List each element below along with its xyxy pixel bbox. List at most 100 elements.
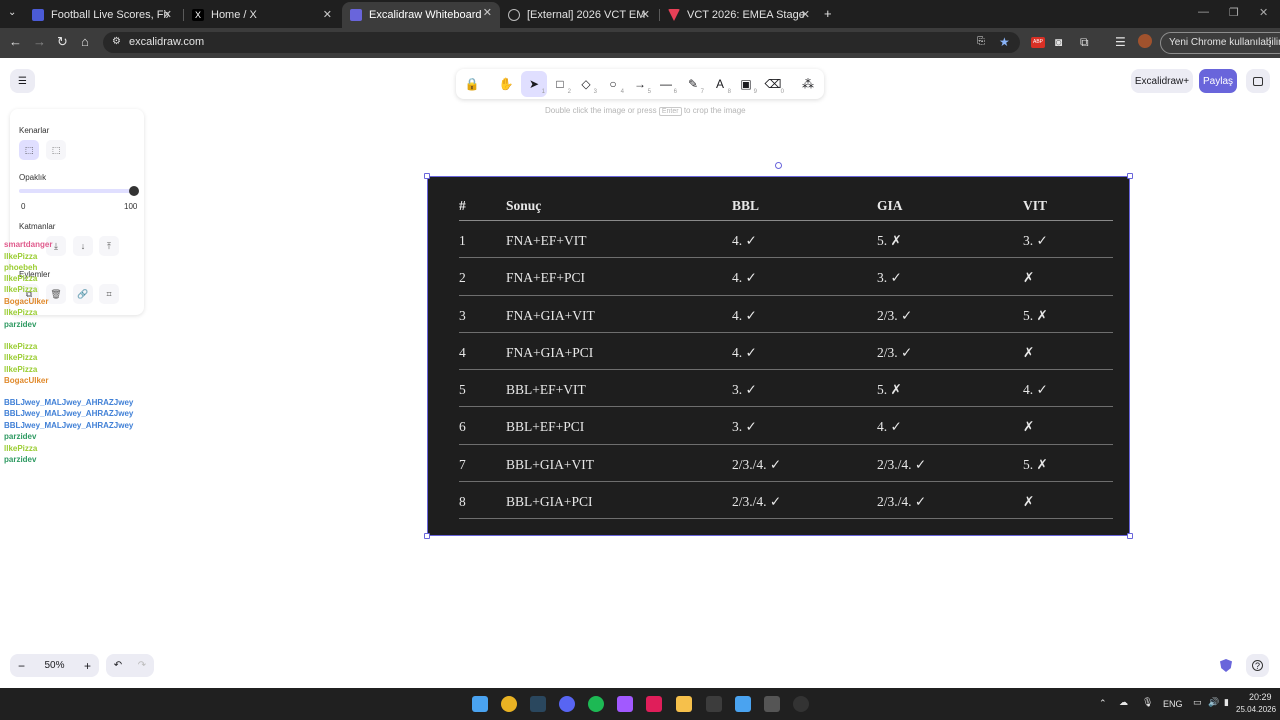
epic-icon[interactable] — [764, 696, 780, 712]
steam-icon[interactable] — [530, 696, 546, 712]
chrome-menu-icon[interactable]: ⋮ — [1264, 35, 1276, 49]
adblock-icon[interactable]: ABP — [1031, 37, 1045, 48]
draw-tool[interactable]: ✎ 7 — [680, 71, 706, 97]
help-button[interactable]: ? — [1246, 654, 1269, 677]
discord-icon[interactable] — [559, 696, 575, 712]
slack-icon[interactable] — [646, 696, 662, 712]
redo-icon[interactable]: ↷ — [138, 660, 146, 671]
new-tab-button[interactable]: + — [824, 6, 832, 21]
tab-excalidraw[interactable]: Excalidraw Whiteboard ✕ — [342, 2, 500, 28]
excalidraw-icon — [350, 9, 362, 21]
chrome-icon[interactable] — [501, 696, 517, 712]
tool-shortcut-key: 2 — [567, 89, 571, 95]
resize-handle-nw[interactable] — [424, 173, 430, 179]
resize-handle-sw[interactable] — [424, 533, 430, 539]
file-explorer-icon[interactable] — [676, 696, 692, 712]
selection-tool[interactable]: ➤ 1 — [521, 71, 547, 97]
line-tool[interactable]: —6 — [653, 71, 679, 97]
table-cell: 3 — [459, 307, 466, 323]
table-header-cell: # — [459, 198, 466, 213]
close-icon[interactable]: ✕ — [323, 8, 332, 21]
chat-line: BogacUlker — [4, 376, 48, 385]
reload-icon[interactable]: ↻ — [57, 35, 68, 49]
mic-icon[interactable]: 🎙 — [1142, 697, 1153, 708]
chat-line: phoebeh — [4, 263, 37, 272]
chat-username: BBLJwey_MALJwey_AHRAZJwey — [4, 421, 134, 430]
eraser-tool[interactable]: ⌫ 0 — [760, 71, 786, 97]
tab-x-home[interactable]: X Home / X ✕ — [184, 4, 340, 26]
arrow-tool[interactable]: → 5 — [627, 71, 653, 97]
chat-line: parzidev — [4, 455, 36, 464]
library-button[interactable] — [1246, 69, 1270, 93]
close-icon[interactable]: ✕ — [801, 8, 810, 21]
windows-start-icon[interactable] — [472, 696, 488, 712]
chrome-update-pill[interactable]: Yeni Chrome kullanılabilir — [1160, 32, 1280, 54]
tab-vct-bracket[interactable]: VCT 2026: EMEA Stage 1: Bracke ✕ — [660, 4, 818, 26]
tray-overflow-icon[interactable]: ⌃ — [1099, 698, 1107, 709]
zoom-level[interactable]: 50% — [44, 660, 64, 671]
excalidraw-plus-button[interactable]: Excalidraw+ — [1131, 69, 1193, 93]
hand-tool[interactable]: ✋ — [493, 71, 519, 97]
profile-avatar[interactable] — [1138, 34, 1152, 48]
window-restore-button[interactable]: ❐ — [1229, 6, 1239, 19]
settings-icon[interactable] — [735, 696, 751, 712]
close-icon[interactable]: ✕ — [483, 6, 492, 19]
camera-extension-icon[interactable]: ◙ — [1055, 35, 1062, 49]
table-cell: ✗ — [1023, 344, 1035, 360]
network-icon[interactable]: ☁ — [1119, 697, 1128, 708]
clock-date[interactable]: 25.04.2026 — [1236, 705, 1276, 714]
rotate-handle[interactable] — [775, 162, 782, 169]
volume-icon[interactable]: 🔊 — [1208, 697, 1219, 708]
tab-title: Excalidraw Whiteboard — [369, 9, 482, 21]
address-bar[interactable]: ⚙ excalidraw.com ⎘ ★ — [103, 32, 1020, 53]
back-icon[interactable]: ← — [9, 35, 22, 49]
table-cell: 4. ✓ — [732, 233, 757, 248]
close-icon[interactable]: ✕ — [641, 8, 650, 21]
window-minimize-button[interactable]: — — [1198, 6, 1209, 18]
image-tool[interactable]: ▣ 9 — [733, 71, 759, 97]
rectangle-tool[interactable]: □ 2 — [547, 71, 573, 97]
close-icon[interactable]: ✕ — [163, 8, 172, 21]
window-close-button[interactable]: ✕ — [1259, 6, 1268, 19]
chat-line: llkePizza — [4, 252, 37, 261]
tab-search-icon[interactable]: ⌄ — [8, 7, 16, 18]
battery-icon[interactable]: ▮ — [1224, 697, 1229, 708]
sharp-edges-button[interactable]: ⬚ — [19, 140, 39, 160]
resize-handle-se[interactable] — [1127, 533, 1133, 539]
table-cell: ✗ — [1023, 419, 1035, 435]
language-indicator[interactable]: ENG — [1163, 699, 1183, 709]
windows-taskbar: ⌃ ☁ 🎙 ENG ▭ 🔊 ▮ 20:29 25.04.2026 — [0, 688, 1280, 720]
lock-tool[interactable]: 🔒 — [459, 71, 485, 97]
zoom-out-button[interactable]: − — [18, 659, 25, 673]
home-icon[interactable]: ⌂ — [81, 35, 89, 49]
resize-handle-ne[interactable] — [1127, 173, 1133, 179]
install-app-icon[interactable]: ⎘ — [977, 36, 985, 47]
diamond-tool[interactable]: ◇ 3 — [573, 71, 599, 97]
table-image[interactable]: # Sonuç BBL GIA VIT 1 FNA+EF+VIT 4. ✓ 5. ✗ 3. ✓ 2 F… — [427, 176, 1130, 536]
extra-tools[interactable]: ⁂ — [795, 71, 821, 97]
tab-vct-official[interactable]: [External] 2026 VCT EMEA Offic ✕ — [500, 4, 658, 26]
opacity-slider-thumb[interactable] — [129, 186, 139, 196]
bookmark-star-icon[interactable]: ★ — [999, 35, 1010, 49]
obs-icon[interactable] — [793, 696, 809, 712]
extensions-icon[interactable]: ⧉ — [1080, 35, 1089, 50]
forward-icon[interactable]: → — [33, 35, 46, 49]
main-menu-button[interactable]: ☰ — [10, 69, 35, 93]
calendar-icon[interactable] — [706, 696, 722, 712]
display-icon[interactable]: ▭ — [1193, 697, 1202, 708]
table-cell: 2 — [459, 270, 466, 286]
text-tool[interactable]: A8 — [707, 71, 733, 97]
zoom-in-button[interactable]: + — [84, 659, 91, 673]
site-info-icon[interactable]: ⚙ — [112, 36, 121, 47]
table-header-cell: BBL — [732, 198, 760, 213]
spotify-icon[interactable] — [588, 696, 604, 712]
reading-list-icon[interactable]: ☰ — [1115, 35, 1126, 49]
undo-icon[interactable]: ↶ — [114, 660, 122, 671]
opacity-slider[interactable] — [19, 186, 139, 196]
round-edges-button[interactable]: ⬚ — [46, 140, 66, 160]
tab-livescore[interactable]: Football Live Scores, Fixtures & ✕ — [24, 4, 180, 26]
ellipse-tool[interactable]: ○ 4 — [600, 71, 626, 97]
figma-icon[interactable] — [617, 696, 633, 712]
share-button[interactable]: Paylaş — [1199, 69, 1237, 93]
clock-time[interactable]: 20:29 — [1249, 692, 1272, 702]
